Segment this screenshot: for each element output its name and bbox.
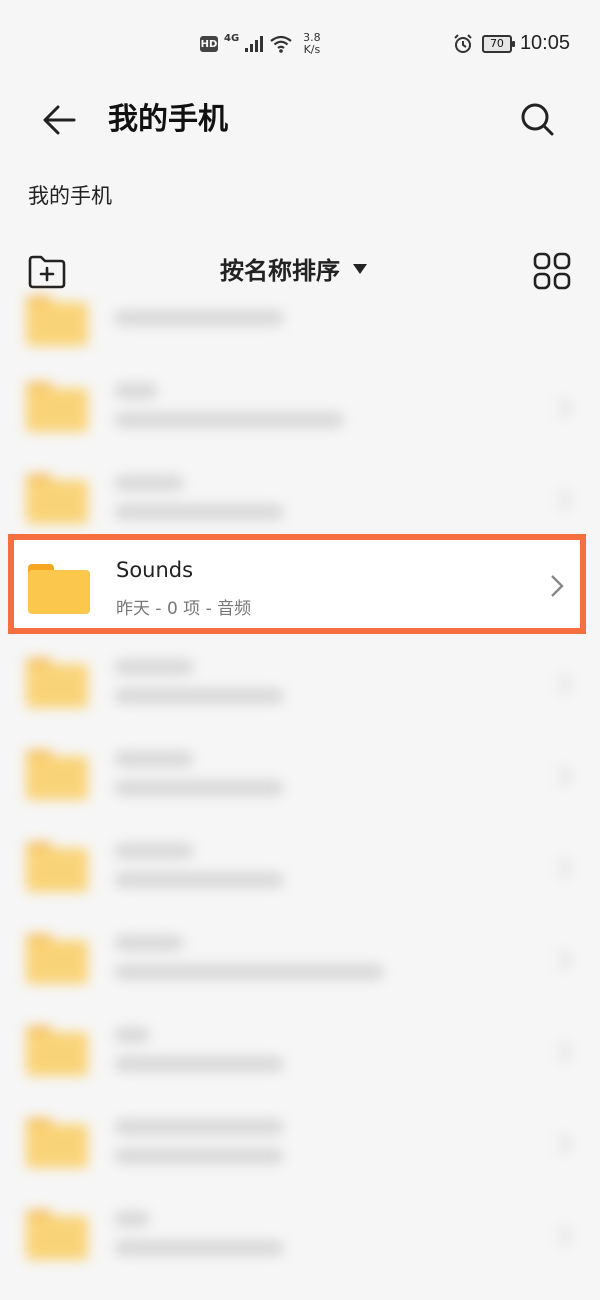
list-item-sounds[interactable]: Sounds 昨天 - 0 项 - 音频	[8, 534, 586, 634]
folder-icon	[26, 382, 88, 432]
chevron-right-icon	[551, 575, 564, 597]
chevron-right-icon	[559, 1225, 572, 1247]
status-left: HD 4G 3.8 K/s	[200, 32, 321, 56]
title-bar: 我的手机	[0, 90, 600, 150]
folder-icon	[26, 750, 88, 800]
list-item[interactable]	[0, 1004, 600, 1096]
grid-view-icon	[533, 252, 571, 290]
item-name: Sounds	[116, 558, 194, 582]
list-item[interactable]	[0, 1188, 600, 1280]
chevron-right-icon	[559, 857, 572, 879]
list-item[interactable]	[0, 636, 600, 728]
folder-icon	[28, 564, 90, 614]
folder-icon	[26, 842, 88, 892]
sort-dropdown[interactable]: 按名称排序	[220, 251, 368, 286]
breadcrumb[interactable]: 我的手机	[28, 180, 112, 210]
new-folder-icon	[28, 255, 66, 289]
list-item[interactable]	[0, 820, 600, 912]
folder-icon	[26, 296, 88, 346]
dropdown-triangle-icon	[353, 263, 367, 274]
folder-icon	[26, 658, 88, 708]
list-item[interactable]	[0, 912, 600, 1004]
network-type: 4G	[224, 32, 240, 44]
new-folder-button[interactable]	[26, 251, 68, 293]
network-speed: 3.8 K/s	[303, 31, 321, 56]
folder-icon	[26, 474, 88, 524]
sort-label: 按名称排序	[220, 257, 340, 285]
folder-icon	[26, 1210, 88, 1260]
battery-indicator: 70	[481, 34, 515, 53]
list-item[interactable]	[0, 452, 600, 544]
status-bar: HD 4G 3.8 K/s 70 10:05	[0, 0, 600, 80]
wifi-icon	[270, 35, 292, 53]
chevron-right-icon	[559, 673, 572, 695]
chevron-right-icon	[559, 397, 572, 419]
chevron-right-icon	[559, 765, 572, 787]
list-item[interactable]	[0, 360, 600, 452]
list-item[interactable]	[0, 1096, 600, 1188]
list-item[interactable]	[0, 728, 600, 820]
search-button[interactable]	[516, 98, 560, 142]
page-title: 我的手机	[108, 102, 228, 137]
back-arrow-icon	[43, 105, 76, 135]
signal-icon	[245, 36, 264, 52]
grid-view-button[interactable]	[532, 251, 572, 291]
hd-badge: HD	[200, 36, 218, 52]
folder-icon	[26, 1118, 88, 1168]
chevron-right-icon	[559, 1133, 572, 1155]
status-right: 70 10:05	[452, 32, 570, 55]
chevron-right-icon	[559, 949, 572, 971]
list-item[interactable]	[0, 290, 600, 350]
item-meta: 昨天 - 0 项 - 音频	[116, 599, 252, 619]
clock: 10:05	[519, 32, 570, 54]
alarm-icon	[454, 33, 472, 53]
folder-icon	[26, 934, 88, 984]
chevron-right-icon	[559, 1041, 572, 1063]
search-icon	[521, 103, 554, 136]
back-button[interactable]	[38, 98, 82, 142]
folder-icon	[26, 1026, 88, 1076]
chevron-right-icon	[559, 489, 572, 511]
